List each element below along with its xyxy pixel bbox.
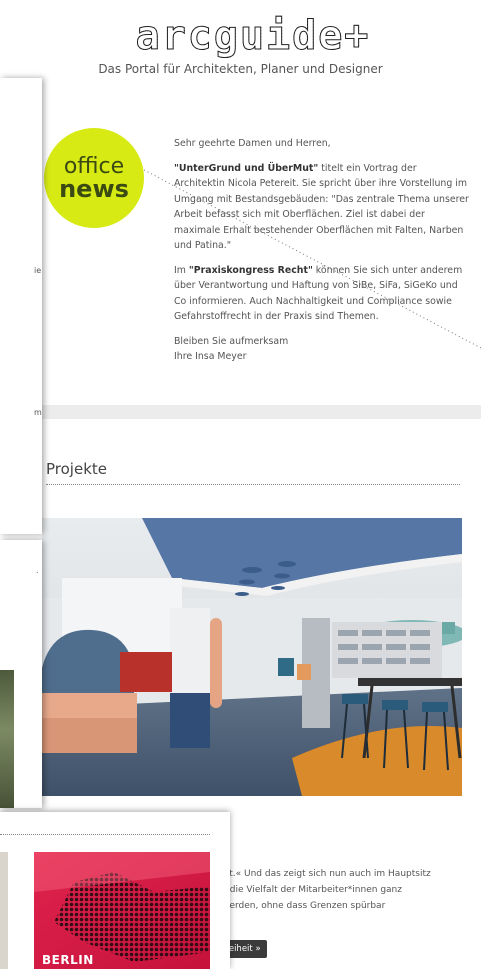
berlin-event-image[interactable]: BERLIN bbox=[34, 852, 210, 969]
bottom-overlay-card: BERLIN bbox=[0, 812, 230, 969]
paragraph-kongress: Im "Praxiskongress Recht" können Sie sic… bbox=[174, 264, 463, 323]
tree-image-fragment bbox=[0, 670, 14, 808]
dotted-rule bbox=[46, 484, 460, 485]
tagline: Das Portal für Architekten, Planer und D… bbox=[98, 62, 383, 76]
section-title-projekte: Projekte bbox=[46, 460, 107, 478]
arcguide-logo[interactable]: arcguide+ bbox=[88, 14, 418, 59]
section-divider-band bbox=[0, 405, 481, 419]
intro-text: Sehr geehrte Damen und Herren, "UnterGru… bbox=[174, 136, 470, 374]
badge-line-2: news bbox=[59, 175, 129, 203]
dotted-rule bbox=[0, 834, 210, 835]
panel-fragment-text: . bbox=[36, 566, 39, 575]
office-interior-photo[interactable] bbox=[42, 518, 462, 796]
office-news-badge: office news bbox=[44, 128, 144, 228]
kongress-title[interactable]: "Praxiskongress Recht" bbox=[189, 265, 313, 276]
berlin-halftone-graphic bbox=[34, 852, 210, 969]
greeting: Sehr geehrte Damen und Herren, bbox=[174, 138, 331, 149]
panel-fragment-text: ie bbox=[34, 266, 42, 275]
vortrag-title[interactable]: "UnterGrund und ÜberMut" bbox=[174, 163, 318, 174]
image-fragment bbox=[0, 852, 8, 969]
paragraph-vortrag: "UnterGrund und ÜberMut" titelt ein Vort… bbox=[174, 162, 469, 252]
berlin-label: BERLIN bbox=[42, 953, 94, 967]
newsletter-page: arcguide+ Das Portal für Architekten, Pl… bbox=[0, 0, 481, 969]
teaser-text: vinnt.« Und das zeigt sich nun auch im H… bbox=[210, 869, 431, 911]
panel-fragment-text: m bbox=[34, 408, 42, 417]
closing: Bleiben Sie aufmerksam Ihre Insa Meyer bbox=[174, 335, 289, 363]
left-overlay-panel-lower: . bbox=[0, 540, 42, 808]
left-overlay-panel: ie m bbox=[0, 78, 42, 534]
